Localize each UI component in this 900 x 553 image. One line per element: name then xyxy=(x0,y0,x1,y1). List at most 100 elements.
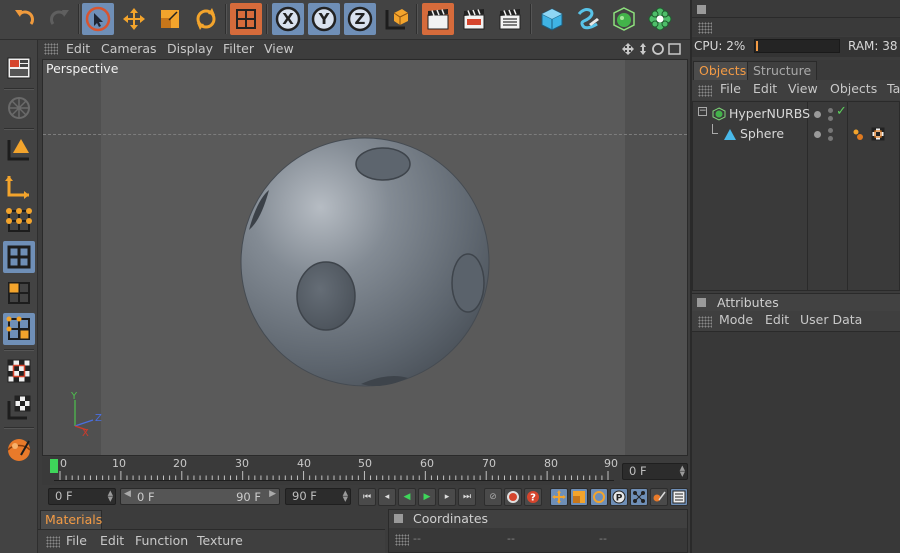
object-name[interactable]: Sphere xyxy=(740,126,784,141)
coordinate-system-button[interactable] xyxy=(230,3,262,35)
list-item[interactable]: Sphere xyxy=(693,124,899,144)
collapse-toggle-icon[interactable]: − xyxy=(698,107,707,116)
z-axis-lock-button[interactable]: Z xyxy=(344,3,376,35)
y-axis-icon: Y xyxy=(311,6,337,32)
range-right-arrow-icon[interactable]: ▶ xyxy=(269,489,276,499)
key-position-button[interactable] xyxy=(550,488,568,506)
texture-mode-button[interactable] xyxy=(3,355,35,387)
uv-mode-button[interactable] xyxy=(3,313,35,345)
timeline-settings-button[interactable] xyxy=(670,488,688,506)
add-cube-button[interactable] xyxy=(536,3,568,35)
viewport-menu-filter[interactable]: Filter xyxy=(223,41,254,56)
cpu-usage-meter xyxy=(754,39,840,53)
tab-objects[interactable]: Objects xyxy=(693,61,753,80)
enabled-check-icon[interactable]: ✓ xyxy=(836,104,847,119)
autokey-button[interactable]: ? xyxy=(524,488,542,506)
panel-menu-icon[interactable] xyxy=(394,514,403,523)
model-mode-button[interactable] xyxy=(3,133,35,165)
attributes-menu-mode[interactable]: Mode xyxy=(719,312,753,327)
move-tool-button[interactable] xyxy=(118,3,150,35)
objects-menu-edit[interactable]: Edit xyxy=(753,81,777,96)
stepper-icon[interactable]: ▲ ▼ xyxy=(680,465,685,478)
add-spline-button[interactable] xyxy=(572,3,604,35)
texture-axis-button[interactable] xyxy=(3,391,35,423)
coordinate-value: -- xyxy=(599,532,607,545)
object-name[interactable]: HyperNURBS xyxy=(729,106,810,121)
materials-menu-file[interactable]: File xyxy=(66,533,87,548)
render-to-picture-viewer-button[interactable] xyxy=(458,3,490,35)
rotate-tool-button[interactable] xyxy=(190,3,222,35)
scale-tool-button[interactable] xyxy=(154,3,186,35)
viewport-menu-edit[interactable]: Edit xyxy=(66,41,90,56)
sculpt-button[interactable] xyxy=(3,433,35,465)
visibility-dot-icon[interactable] xyxy=(814,131,821,138)
visibility-dot-icon[interactable] xyxy=(814,111,821,118)
key-parameter-button[interactable]: P xyxy=(610,488,628,506)
list-item[interactable]: − HyperNURBS ✓ xyxy=(693,104,899,124)
editor-visibility-icon[interactable] xyxy=(828,128,833,133)
add-mograph-button[interactable] xyxy=(644,3,676,35)
stepper-icon[interactable]: ▲ ▼ xyxy=(108,490,113,503)
points-mode-button[interactable] xyxy=(3,205,35,237)
start-frame-field[interactable]: 0 F ▲ ▼ xyxy=(48,488,116,505)
end-frame-field[interactable]: 90 F ▲ ▼ xyxy=(285,488,351,505)
viewport-menu-cameras[interactable]: Cameras xyxy=(101,41,157,56)
range-left-arrow-icon[interactable]: ◀ xyxy=(124,489,131,499)
key-scale-button[interactable] xyxy=(570,488,588,506)
polygons-mode-button[interactable] xyxy=(3,277,35,309)
make-editable-button[interactable] xyxy=(3,92,35,124)
key-rotation-button[interactable] xyxy=(590,488,608,506)
render-view-button[interactable] xyxy=(422,3,454,35)
object-mode-button[interactable] xyxy=(3,169,35,201)
selection-tool-button[interactable] xyxy=(82,3,114,35)
perspective-viewport[interactable]: Perspective Y Z X xyxy=(42,59,688,456)
redo-button[interactable] xyxy=(44,3,76,35)
sphere-model[interactable] xyxy=(43,60,688,456)
viewport-menu-view[interactable]: View xyxy=(264,41,294,56)
go-to-start-button[interactable]: ⏮ xyxy=(358,488,376,506)
attributes-menu-user-data[interactable]: User Data xyxy=(800,312,862,327)
stepper-icon[interactable]: ▲ ▼ xyxy=(343,490,348,503)
layout-button[interactable] xyxy=(3,52,35,84)
previous-key-button[interactable]: ◂ xyxy=(378,488,396,506)
play-forward-button[interactable]: ▶ xyxy=(418,488,436,506)
undo-icon xyxy=(15,10,34,25)
objects-menu-objects[interactable]: Objects xyxy=(830,81,877,96)
animation-mode-button[interactable] xyxy=(650,488,668,506)
edges-mode-button[interactable] xyxy=(3,241,35,273)
x-axis-lock-button[interactable]: X xyxy=(272,3,304,35)
record-button[interactable] xyxy=(504,488,522,506)
keyframe-selection-button[interactable]: ⊘ xyxy=(484,488,502,506)
go-to-end-button[interactable]: ⏭ xyxy=(458,488,476,506)
objects-menu-tags[interactable]: Ta xyxy=(887,81,900,96)
world-coordinate-icon xyxy=(236,9,256,29)
viewport-menu-display[interactable]: Display xyxy=(167,41,213,56)
render-visibility-icon[interactable] xyxy=(828,136,833,141)
render-settings-button[interactable] xyxy=(494,3,526,35)
objects-menu-view[interactable]: View xyxy=(788,81,818,96)
attributes-menu-edit[interactable]: Edit xyxy=(765,312,789,327)
next-key-button[interactable]: ▸ xyxy=(438,488,456,506)
panel-menu-icon[interactable] xyxy=(697,298,706,307)
materials-menu-texture[interactable]: Texture xyxy=(197,533,243,548)
current-frame-field[interactable]: 0 F ▲ ▼ xyxy=(622,463,688,480)
tick-label: 70 xyxy=(482,457,496,470)
texture-tag-icon[interactable] xyxy=(871,127,885,141)
tab-structure[interactable]: Structure xyxy=(747,61,818,80)
objects-menu-file[interactable]: File xyxy=(720,81,741,96)
add-nurbs-button[interactable] xyxy=(608,3,640,35)
phong-tag-icon[interactable] xyxy=(851,127,865,141)
y-axis-lock-button[interactable]: Y xyxy=(308,3,340,35)
object-coordinates-button[interactable] xyxy=(380,3,412,35)
materials-menu-function[interactable]: Function xyxy=(135,533,188,548)
materials-tab[interactable]: Materials xyxy=(40,510,102,529)
editor-visibility-icon[interactable] xyxy=(828,108,833,113)
undo-button[interactable] xyxy=(8,3,40,35)
preview-range-slider[interactable]: ◀ 0 F 90 F ▶ xyxy=(120,488,280,505)
timeline-ruler[interactable]: 0 10 20 30 40 50 60 70 80 90 xyxy=(42,457,620,485)
panel-menu-icon[interactable] xyxy=(697,5,706,14)
materials-menu-edit[interactable]: Edit xyxy=(100,533,124,548)
render-visibility-icon[interactable] xyxy=(828,116,833,121)
key-pla-button[interactable] xyxy=(630,488,648,506)
play-backwards-button[interactable]: ◀ xyxy=(398,488,416,506)
